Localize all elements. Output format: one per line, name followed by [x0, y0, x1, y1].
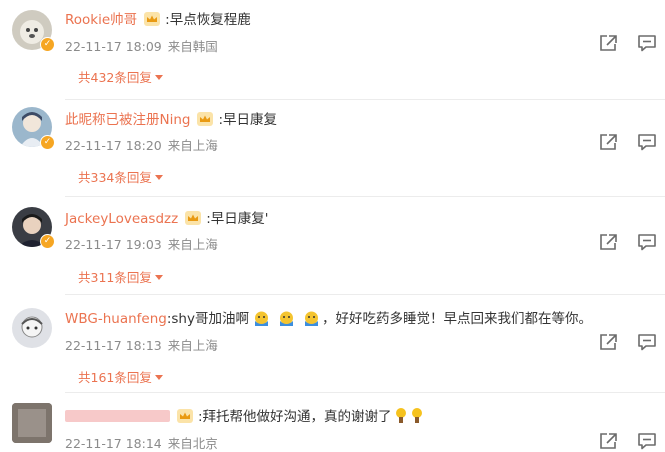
dropdown-arrow-icon [154, 75, 163, 80]
comment-text-part1: :shy哥加油啊 [166, 311, 249, 327]
comment-icon[interactable] [637, 233, 657, 251]
lightbulb-emoji-icon [410, 407, 424, 425]
blurred-username[interactable] [65, 410, 170, 422]
replies-toggle[interactable]: 共432条回复 [78, 67, 163, 86]
comment-date: 22-11-17 18:09 [65, 39, 162, 54]
comment-date: 22-11-17 18:20 [65, 138, 162, 153]
comment-text-part2: ，好好吃药多睡觉！早点回来我们都在等你。 [321, 311, 592, 327]
comment-location: 来自上海 [167, 138, 218, 153]
username[interactable]: JackeyLoveasdzz [65, 211, 178, 227]
comment-text: :拜托帮他做好沟通，真的谢谢了 [198, 409, 392, 425]
comment-date: 22-11-17 18:14 [65, 436, 162, 451]
comment-text: :早日康复 [218, 112, 278, 128]
comment-location: 来自上海 [167, 237, 218, 252]
comment-date: 22-11-17 18:13 [65, 338, 162, 353]
comment-meta: 22-11-17 19:03 来自上海 [65, 234, 218, 253]
comment-line: :拜托帮他做好沟通，真的谢谢了 [65, 405, 424, 425]
comment-line: Rookie帅哥 :早点恢复程鹿 [65, 8, 251, 28]
comment-item: ✓ Rookie帅哥 :早点恢复程鹿 22-11-17 18:09 来自韩国 共43… [0, 0, 665, 100]
comment-location: 来自韩国 [167, 39, 218, 54]
avatar[interactable] [12, 403, 52, 443]
verified-badge-icon: ✓ [40, 234, 55, 249]
share-icon[interactable] [598, 233, 618, 251]
comment-location: 来自北京 [167, 436, 218, 451]
emoji-icon [278, 310, 295, 327]
lightbulb-emoji-icon [394, 407, 408, 425]
comment-icon[interactable] [637, 333, 657, 351]
emoji-icon [303, 310, 320, 327]
comment-text: :早点恢复程鹿 [165, 12, 251, 28]
comment-date: 22-11-17 19:03 [65, 237, 162, 252]
comment-meta: 22-11-17 18:20 来自上海 [65, 135, 218, 154]
verified-badge-icon: ✓ [40, 37, 55, 52]
comment-line: 此昵称已被注册Ning :早日康复 [65, 108, 277, 128]
comment-item: ✓ 此昵称已被注册Ning :早日康复 22-11-17 18:20 来自上海 共3… [0, 100, 665, 200]
share-icon[interactable] [598, 34, 618, 52]
comment-meta: 22-11-17 18:13 来自上海 [65, 335, 218, 354]
emoji-icon [253, 310, 270, 327]
comment-line: WBG-huanfeng:shy哥加油啊 ，好好吃药多睡觉！早点回来我们都在等你。 [65, 307, 592, 327]
comment-icon[interactable] [637, 133, 657, 151]
username[interactable]: WBG-huanfeng [65, 311, 167, 327]
crown-badge-icon [176, 408, 194, 424]
crown-badge-icon [184, 210, 202, 226]
dropdown-arrow-icon [154, 375, 163, 380]
replies-count: 共432条回复 [78, 70, 152, 85]
avatar[interactable] [12, 308, 52, 348]
comment-line: JackeyLoveasdzz :早日康复' [65, 207, 268, 227]
share-icon[interactable] [598, 432, 618, 450]
replies-toggle[interactable]: 共311条回复 [78, 267, 163, 286]
dropdown-arrow-icon [154, 275, 163, 280]
comment-meta: 22-11-17 18:09 来自韩国 [65, 36, 218, 55]
replies-toggle[interactable]: 共334条回复 [78, 167, 163, 186]
share-icon[interactable] [598, 133, 618, 151]
dropdown-arrow-icon [154, 175, 163, 180]
comment-item: WBG-huanfeng:shy哥加油啊 ，好好吃药多睡觉！早点回来我们都在等你。… [0, 295, 665, 395]
replies-count: 共311条回复 [78, 270, 152, 285]
comment-location: 来自上海 [167, 338, 218, 353]
replies-toggle[interactable]: 共161条回复 [78, 367, 163, 386]
username[interactable]: Rookie帅哥 [65, 12, 137, 28]
replies-count: 共334条回复 [78, 170, 152, 185]
replies-count: 共161条回复 [78, 370, 152, 385]
comment-text: :早日康复' [206, 211, 269, 227]
crown-badge-icon [196, 111, 214, 127]
verified-badge-icon: ✓ [40, 135, 55, 150]
username[interactable]: 此昵称已被注册Ning [65, 112, 190, 128]
comment-meta: 22-11-17 18:14 来自北京 [65, 433, 218, 452]
crown-badge-icon [143, 11, 161, 27]
comment-item: :拜托帮他做好沟通，真的谢谢了 22-11-17 18:14 来自北京 [0, 393, 665, 451]
comment-icon[interactable] [637, 34, 657, 52]
comment-icon[interactable] [637, 432, 657, 450]
comment-item: ✓ JackeyLoveasdzz :早日康复' 22-11-17 19:03 来自… [0, 197, 665, 297]
share-icon[interactable] [598, 333, 618, 351]
